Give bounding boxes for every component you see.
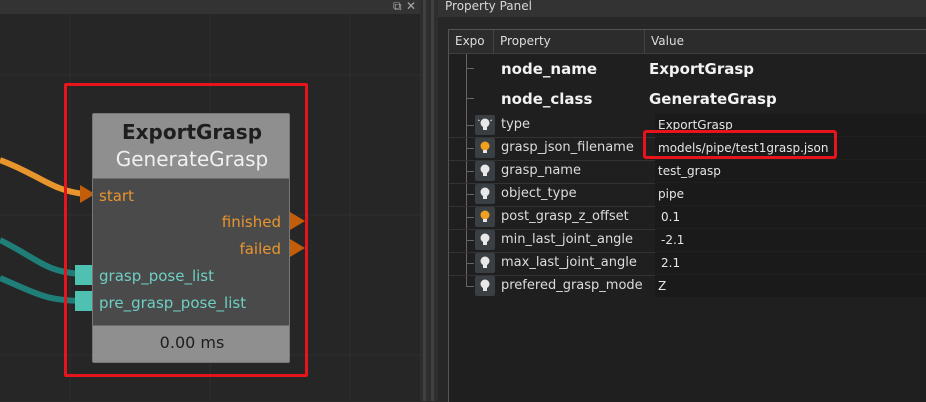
property-value-field[interactable]: test_grasp xyxy=(655,160,926,182)
panel-splitter[interactable] xyxy=(420,0,438,401)
property-row-prefered-grasp-mode[interactable]: prefered_grasp_mode Z xyxy=(449,275,926,298)
lightbulb-off-icon[interactable] xyxy=(475,184,495,204)
property-name: object_type xyxy=(501,186,577,201)
lightbulb-off-icon[interactable] xyxy=(475,161,495,181)
column-header-value[interactable]: Value xyxy=(645,30,926,53)
lightbulb-on-icon[interactable] xyxy=(475,138,495,158)
close-icon[interactable]: ✕ xyxy=(406,0,416,13)
lightbulb-off-icon[interactable] xyxy=(475,230,495,250)
property-row-object-type[interactable]: object_type pipe xyxy=(449,183,926,207)
property-panel: Property Panel Expo Property Value node_… xyxy=(438,0,926,402)
float-window-icon[interactable]: ⧉ xyxy=(393,0,402,13)
property-name: max_last_joint_angle xyxy=(501,255,637,270)
property-name: grasp_name xyxy=(501,163,581,178)
column-header-property[interactable]: Property xyxy=(494,30,645,53)
property-name: type xyxy=(501,117,531,132)
property-value: GenerateGrasp xyxy=(649,90,777,108)
property-value-field[interactable]: 0.1 xyxy=(655,206,926,228)
property-table[interactable]: Expo Property Value node_name ExportGras… xyxy=(448,29,926,402)
property-row-min-last-joint-angle[interactable]: min_last_joint_angle -2.1 xyxy=(449,229,926,253)
lightbulb-on-icon[interactable] xyxy=(475,207,495,227)
lightbulb-off-icon[interactable] xyxy=(475,276,495,296)
property-row-post-grasp-z-offset[interactable]: post_grasp_z_offset 0.1 xyxy=(449,206,926,230)
property-value-field[interactable]: 2.1 xyxy=(655,252,926,274)
graph-header-bar: ⧉ ✕ xyxy=(0,0,420,14)
property-value: ExportGrasp xyxy=(649,60,755,78)
property-row-grasp-name[interactable]: grasp_name test_grasp xyxy=(449,160,926,184)
node-highlight-box xyxy=(64,83,308,377)
property-value-field[interactable]: pipe xyxy=(655,183,926,205)
column-header-expose[interactable]: Expo xyxy=(449,30,494,53)
property-name: min_last_joint_angle xyxy=(501,232,634,247)
lightbulb-off-icon[interactable] xyxy=(475,115,495,135)
property-name: node_class xyxy=(501,90,593,108)
panel-title: Property Panel xyxy=(438,0,926,17)
node-graph-canvas[interactable]: ⧉ ✕ ExportGrasp GenerateGrasp start fini… xyxy=(0,0,420,401)
property-value-field[interactable]: -2.1 xyxy=(655,229,926,251)
property-row-max-last-joint-angle[interactable]: max_last_joint_angle 2.1 xyxy=(449,252,926,276)
property-value-field[interactable]: Z xyxy=(655,275,926,297)
property-name: node_name xyxy=(501,60,597,78)
property-name: post_grasp_z_offset xyxy=(501,209,629,224)
property-row-node-class[interactable]: node_class GenerateGrasp xyxy=(449,84,926,114)
table-header: Expo Property Value xyxy=(449,30,926,54)
property-name: grasp_json_filename xyxy=(501,140,634,155)
property-name: prefered_grasp_mode xyxy=(501,278,643,293)
value-highlight-box xyxy=(643,130,837,159)
lightbulb-off-icon[interactable] xyxy=(475,253,495,273)
property-row-node-name[interactable]: node_name ExportGrasp xyxy=(449,54,926,84)
